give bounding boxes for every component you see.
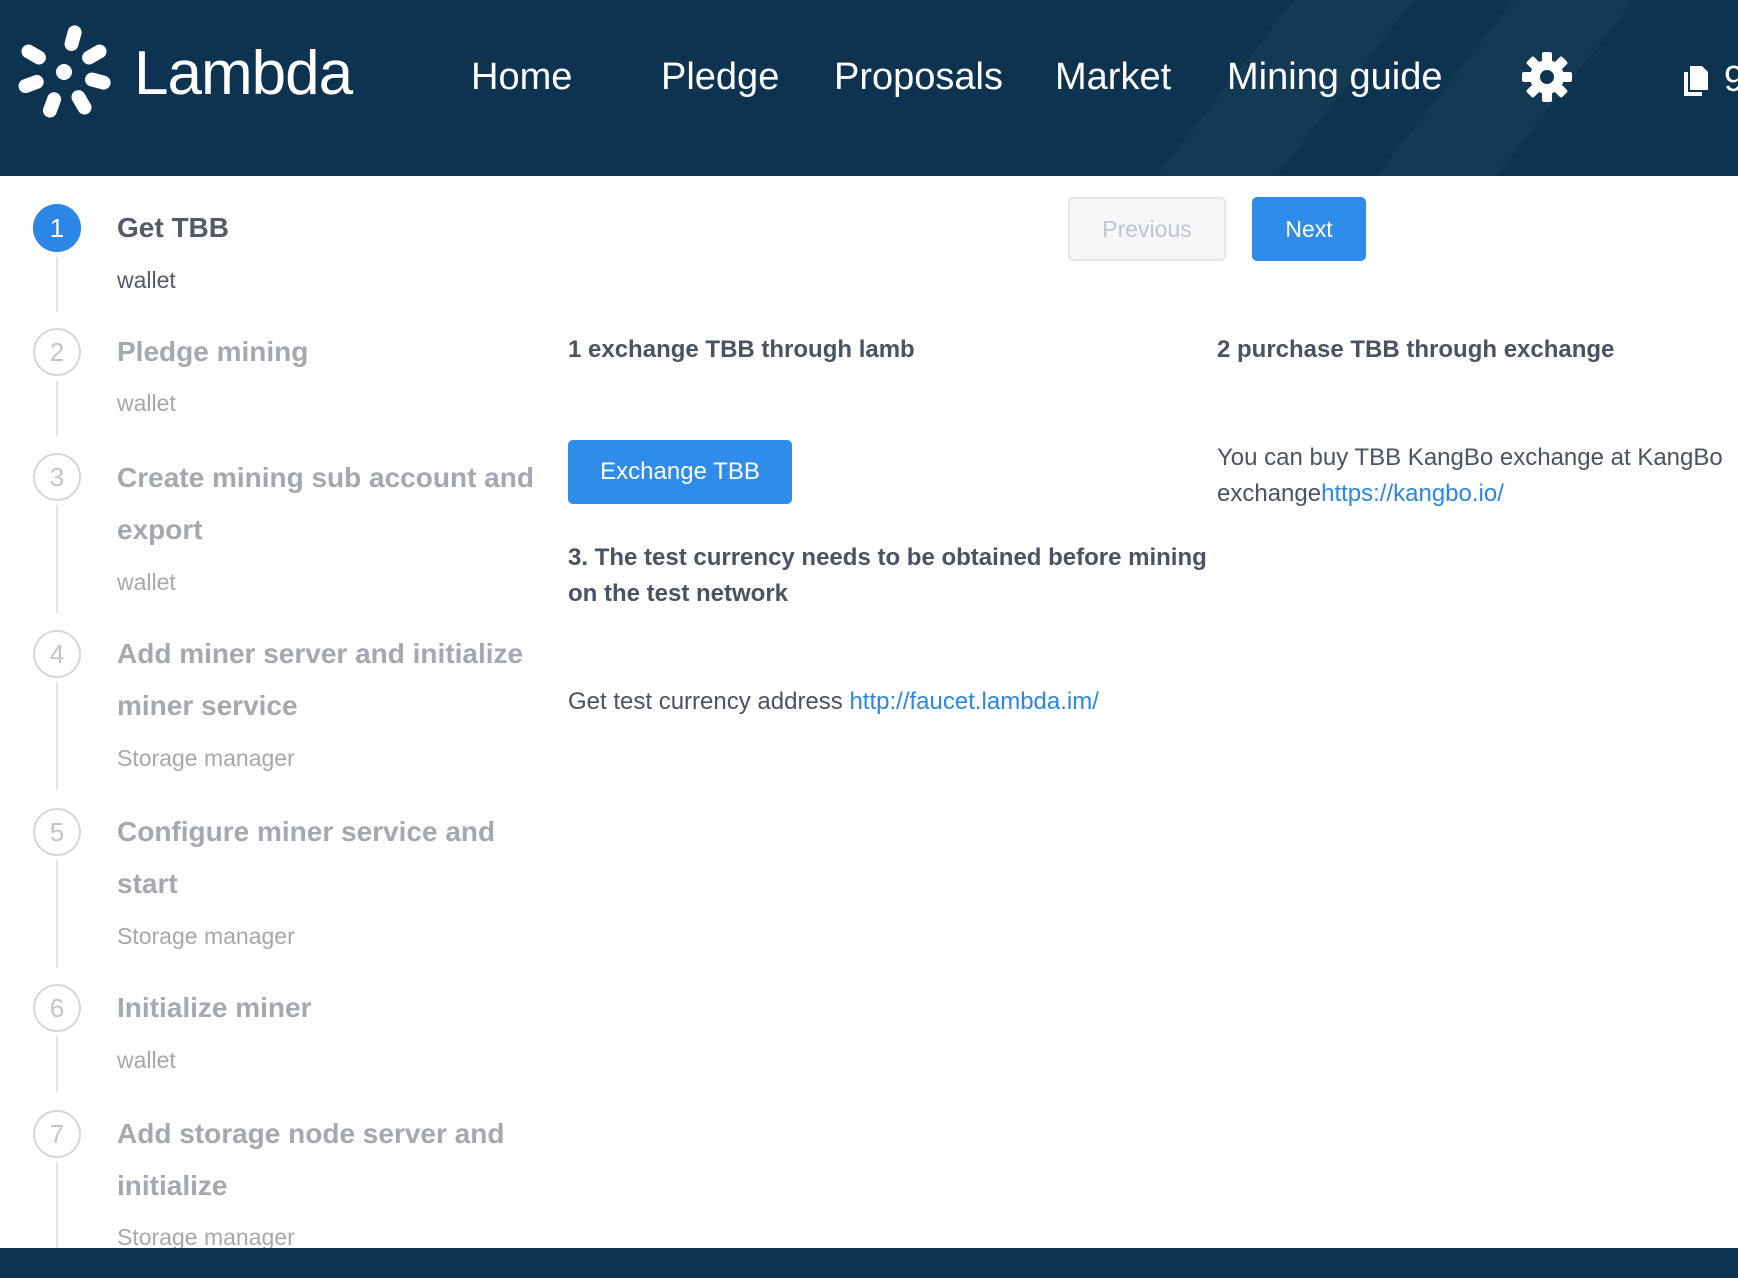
step-connector <box>56 682 58 790</box>
step-connector <box>56 860 58 968</box>
step-connector <box>56 1162 58 1248</box>
step-connector <box>56 257 58 312</box>
top-navbar: Lambda Home Pledge Proposals Market Mini… <box>0 0 1738 176</box>
nav-market[interactable]: Market <box>1055 52 1171 102</box>
purchase-text-part1: You can buy TBB KangBo exchange at KangB… <box>1217 444 1723 471</box>
step-number-badge[interactable]: 1 <box>33 204 81 252</box>
nav-home[interactable]: Home <box>471 52 572 102</box>
document-label[interactable]: 9 <box>1724 56 1738 102</box>
step-subtitle: wallet <box>117 569 176 595</box>
step-title[interactable]: Initialize miner <box>117 982 547 1034</box>
step-number-badge[interactable]: 6 <box>33 984 81 1032</box>
nav-mining-guide[interactable]: Mining guide <box>1227 52 1442 102</box>
previous-button[interactable]: Previous <box>1068 197 1226 261</box>
step-title[interactable]: Pledge mining <box>117 326 547 378</box>
step-title[interactable]: Configure miner service and start <box>117 806 547 910</box>
faucet-label: Get test currency address <box>568 688 850 715</box>
step-subtitle: wallet <box>117 390 176 416</box>
step-number-badge[interactable]: 4 <box>33 630 81 678</box>
step-title[interactable]: Add storage node server and initialize <box>117 1108 547 1212</box>
section-test-currency-title: 3. The test currency needs to be obtaine… <box>568 544 1207 607</box>
purchase-text-part2: exchange <box>1217 480 1322 507</box>
step-connector <box>56 381 58 436</box>
step-title[interactable]: Create mining sub account and export <box>117 452 547 556</box>
step-subtitle: wallet <box>117 1047 176 1073</box>
step-subtitle: Storage manager <box>117 745 295 771</box>
step-subtitle: wallet <box>117 267 176 293</box>
section-purchase-exchange-title: 2 purchase TBB through exchange <box>1217 336 1615 363</box>
step-connector <box>56 1036 58 1092</box>
purchase-exchange-text: You can buy TBB KangBo exchange at KangB… <box>1217 440 1737 512</box>
faucet-link[interactable]: http://faucet.lambda.im/ <box>849 688 1098 715</box>
nav-proposals[interactable]: Proposals <box>834 52 1003 102</box>
step-number-badge[interactable]: 2 <box>33 328 81 376</box>
next-button[interactable]: Next <box>1252 197 1366 261</box>
footer-bar <box>0 1248 1738 1278</box>
lambda-logo-icon[interactable] <box>12 20 116 124</box>
step-number-badge[interactable]: 7 <box>33 1110 81 1158</box>
step-connector <box>56 505 58 613</box>
section-exchange-lamb-title: 1 exchange TBB through lamb <box>568 336 915 363</box>
step-number-badge[interactable]: 5 <box>33 808 81 856</box>
exchange-tbb-button[interactable]: Exchange TBB <box>568 440 792 504</box>
faucet-text: Get test currency address http://faucet.… <box>568 684 1099 720</box>
kangbo-link[interactable]: https://kangbo.io/ <box>1321 480 1504 507</box>
nav-pledge[interactable]: Pledge <box>661 52 779 102</box>
step-subtitle: Storage manager <box>117 923 295 949</box>
gear-icon[interactable] <box>1521 51 1573 103</box>
brand-name[interactable]: Lambda <box>134 34 353 114</box>
step-title[interactable]: Get TBB <box>117 202 547 254</box>
step-number-badge[interactable]: 3 <box>33 453 81 501</box>
document-icon[interactable] <box>1684 66 1708 96</box>
step-title[interactable]: Add miner server and initialize miner se… <box>117 628 547 732</box>
